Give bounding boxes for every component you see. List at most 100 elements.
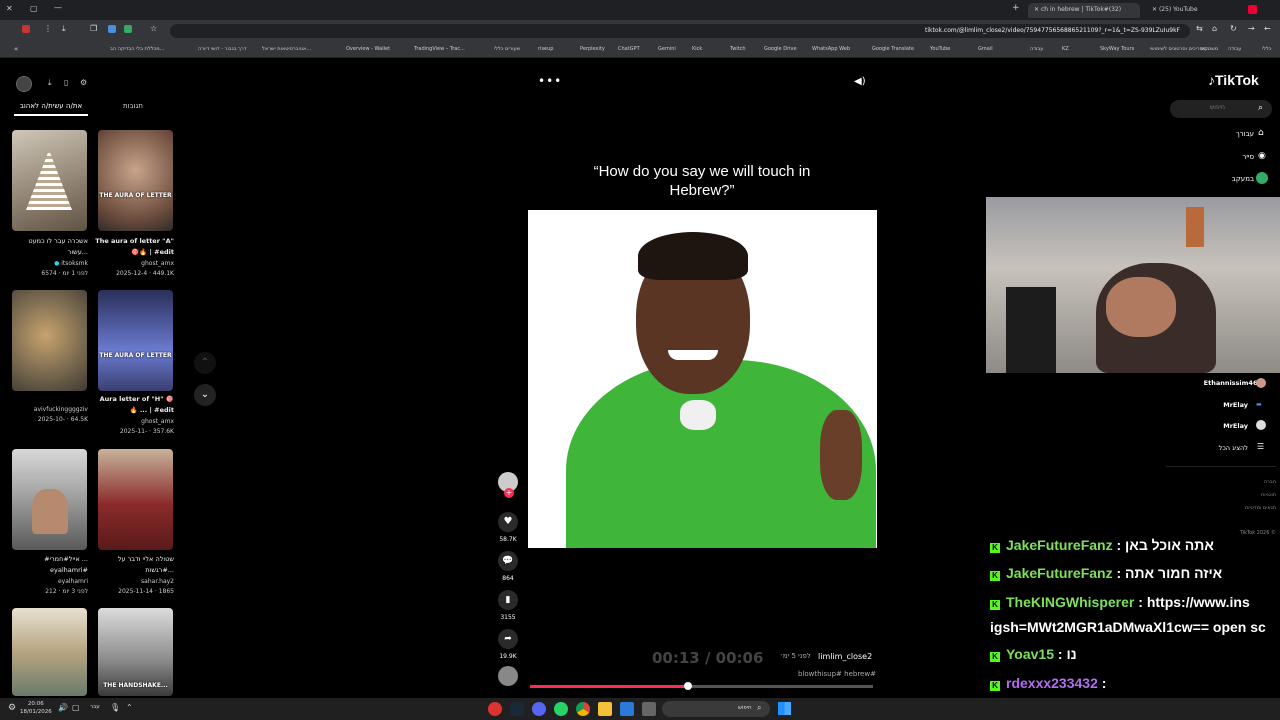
video-title[interactable]: Aura letter of "H" 🎯🔥 ... | #edit [94,394,174,416]
windows-start-icon[interactable] [778,702,791,715]
bookmark-item[interactable]: שעורים כללי [494,46,520,52]
search-input[interactable]: חיפוש [738,705,752,711]
more-options-icon[interactable]: ••• [538,74,562,88]
music-disc-icon[interactable] [498,666,518,686]
footer-link[interactable]: תנאים ומדיניות [1186,502,1276,515]
bookmark-item[interactable]: Gemini [658,46,676,52]
new-tab-icon[interactable]: + [1012,3,1020,13]
progress-track[interactable] [530,682,873,690]
volume-icon[interactable]: ◀) [854,76,866,87]
download-icon[interactable]: ⤓ [48,78,52,88]
tiktok-logo[interactable]: ♪TikTok [1208,72,1259,88]
tab-close-icon[interactable]: ✕ [1152,6,1159,13]
notifications-icon[interactable]: ⚙ [8,703,16,713]
bookmark-star-icon[interactable]: ☆ [150,24,157,33]
forward-icon[interactable]: → [1248,24,1255,33]
store-icon[interactable] [620,702,634,716]
restore-window-icon[interactable]: ▢ [30,4,38,13]
chrome-icon[interactable] [576,702,590,716]
extension-green-icon[interactable] [124,25,132,33]
video-thumbnail[interactable] [12,608,87,696]
next-video-chevron-down-icon[interactable]: ⌄ [194,384,216,406]
bookmark-item[interactable]: SkyWay Tours [1100,46,1134,52]
video-title[interactable]: The aura of letter "A" 🎯🔥 | #edit [94,236,174,258]
footer-link[interactable]: תוכניות [1186,489,1276,502]
home-icon[interactable]: ⌂ [1258,128,1264,138]
app-icon[interactable] [642,702,656,716]
bookmark-item[interactable]: TradingView – Trac... [414,46,465,52]
bookmark-item[interactable]: Google Drive [764,46,797,52]
search-input[interactable]: חיפוש [1210,104,1225,111]
bookmark-item[interactable]: Overview - Wallet [346,46,390,52]
settings-icon[interactable]: ⚙ [80,78,87,87]
home-icon[interactable]: ⌂ [1212,24,1217,33]
bookmark-item[interactable]: riseup [538,46,553,52]
bookmark-item[interactable]: כללי [1262,46,1271,52]
tab-tiktok[interactable]: ✕ ch in hebrew | TikTok#(32) [1028,3,1140,18]
app-icon[interactable] [488,702,502,716]
chevron-up-icon[interactable]: ⌃ [126,703,133,712]
video-thumbnail[interactable] [12,449,87,550]
search-icon[interactable]: ⌕ [1258,103,1263,113]
steam-icon[interactable] [510,702,524,716]
video-thumbnail[interactable]: THE AURA OF LETTER [98,130,173,231]
nav-explore[interactable]: סייר [1206,153,1254,161]
bookmark-item[interactable]: עבודה [1228,46,1241,52]
tab-close-icon[interactable]: ✕ [1034,6,1041,13]
bookmark-item[interactable]: Kick [692,46,702,52]
bookmark-item[interactable]: ChatGPT [618,46,640,52]
back-icon[interactable]: ← [1264,24,1271,33]
clock[interactable]: 20:06 18/01/2026 [20,700,52,716]
video-thumbnail[interactable] [12,130,87,231]
following-avatar-icon[interactable] [1256,172,1268,184]
nav-for-you[interactable]: עבורך [1206,130,1254,138]
extensions-menu-icon[interactable]: ⋮ [44,24,52,33]
bookmark-item[interactable]: עבודה [1030,46,1043,52]
all-bookmarks-icon[interactable]: « [14,45,18,53]
bookmark-item[interactable]: דרך בנבור - דושי דיורה [198,46,246,52]
taskbar-search[interactable]: חיפוש ⌕ [662,701,770,717]
video-title[interactable]: #אייל#חמרי ... eyalhamri# [8,554,88,576]
tab-comments[interactable]: תגובות [110,102,156,110]
bookmark-item[interactable]: אוניברסיטאות ישראל... [262,46,311,52]
compass-icon[interactable]: ◉ [1258,151,1266,161]
translate-icon[interactable]: ⇆ [1196,24,1203,33]
tab-search-icon[interactable]: ❐ [90,24,97,33]
video-thumbnail[interactable]: THE AURA OF LETTER [98,290,173,391]
bookmark-item[interactable]: Twitch [730,46,746,52]
bookmark-item[interactable]: Google Translate [872,46,914,52]
comment-icon[interactable]: 💬 [498,551,518,571]
progress-knob[interactable] [683,682,692,690]
download-icon[interactable]: ⤓ [62,24,66,34]
minimize-window-icon[interactable]: — [54,3,62,12]
video-thumbnail[interactable] [12,290,87,391]
extension-blue-icon[interactable] [108,25,116,33]
file-explorer-icon[interactable] [598,702,612,716]
tab-liked[interactable]: את/ה עשית/ה לאהוב [14,102,88,116]
whatsapp-icon[interactable] [554,702,568,716]
video-hashtags[interactable]: blowthisup# hebrew# [798,670,876,678]
reload-icon[interactable]: ↻ [1230,24,1237,33]
like-heart-icon[interactable]: ♥ [498,512,518,532]
follow-plus-icon[interactable]: + [504,488,514,498]
microphone-icon[interactable]: 🎙 [110,703,120,712]
tab-youtube[interactable]: ✕ (25) YouTube [1146,3,1236,18]
bookmark-item[interactable]: KZ [1062,46,1069,52]
bookmark-item[interactable]: Gmail [978,46,993,52]
extension-icon[interactable] [22,25,30,33]
bookmark-item[interactable]: Perplexity [580,46,605,52]
avatar[interactable] [1256,420,1266,430]
network-icon[interactable]: ▢ [72,703,80,712]
search-box[interactable]: חיפוש ⌕ [1170,100,1272,118]
avatar[interactable] [1256,378,1266,388]
nav-following[interactable]: במעקב [1206,175,1254,183]
volume-icon[interactable]: 🔊 [58,703,68,712]
following-user[interactable]: MrElay [1156,401,1248,409]
bookmark-item[interactable]: מכללת בלי הבדיקה הב... [110,46,164,52]
avatar[interactable] [16,76,32,92]
bookmark-item[interactable]: YouTube [930,46,950,52]
share-icon[interactable]: ➦ [498,629,518,649]
video-thumbnail[interactable]: THE HANDSHAKE... [98,608,173,696]
phone-icon[interactable]: ▯ [64,78,68,87]
bookmark-item[interactable]: WhatsApp Web [812,46,850,52]
